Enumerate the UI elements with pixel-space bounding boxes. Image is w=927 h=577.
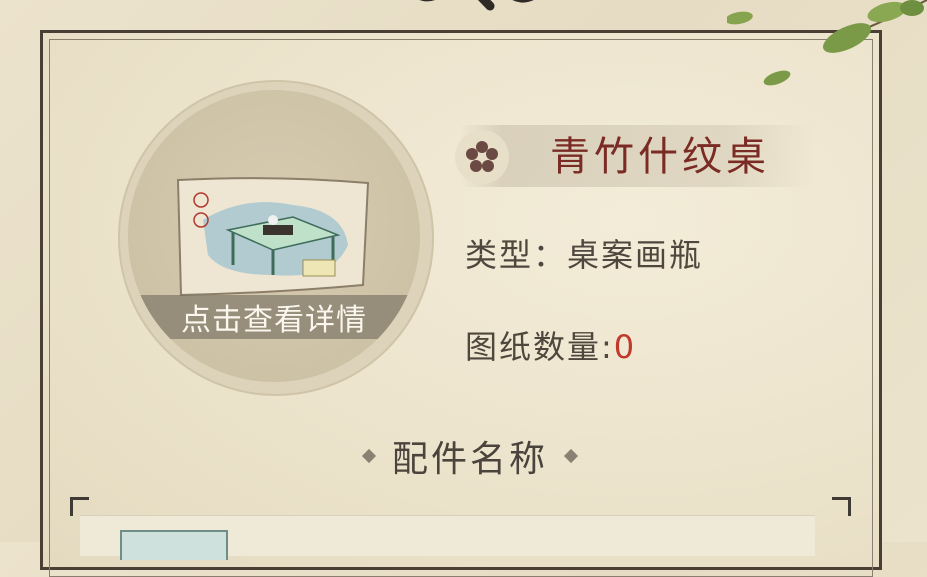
blueprint-count-label: 图纸数量: — [465, 328, 614, 366]
leaf-branch-icon — [727, 0, 927, 86]
item-type-row: 类型：桌案画瓶 — [465, 230, 703, 276]
item-name: 青竹什纹桌 — [550, 134, 770, 180]
blueprint-count-row: 图纸数量:0 — [465, 322, 636, 368]
item-type-value: 桌案画瓶 — [567, 236, 704, 274]
parts-section-title: 配件名称 — [350, 433, 590, 480]
view-details-label: 点击查看详情 — [181, 303, 367, 338]
blueprint-count-value: 0 — [613, 328, 637, 366]
furniture-illustration — [176, 177, 370, 297]
diamond-left-icon — [361, 448, 377, 464]
part-slot[interactable] — [120, 530, 228, 560]
diamond-right-icon — [563, 448, 579, 464]
flower-icon — [455, 130, 509, 184]
flower-glyph — [466, 141, 498, 172]
item-type-label: 类型： — [465, 236, 568, 274]
item-preview[interactable]: 点击查看详情 — [128, 90, 420, 382]
frame-corner-top-right — [832, 497, 851, 516]
parts-section-label: 配件名称 — [391, 439, 548, 480]
frame-corner-top-left — [70, 497, 89, 516]
view-details-button[interactable]: 点击查看详情 — [128, 295, 420, 339]
header-calligraphy-fragment — [419, 0, 534, 11]
